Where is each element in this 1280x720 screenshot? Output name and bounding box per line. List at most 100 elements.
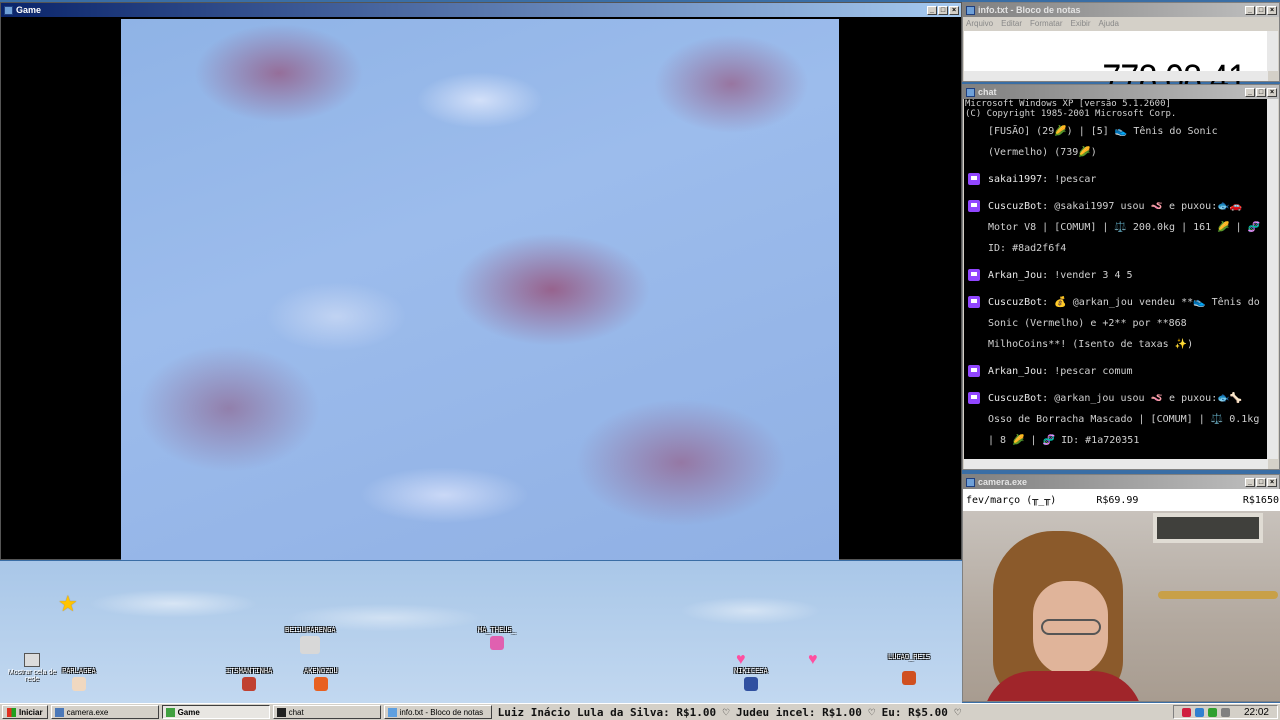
window-title: Game [16,5,42,15]
chat-username: Arkan_Jou: [988,366,1049,377]
close-button[interactable]: × [949,5,959,15]
chat-message: CuscuzBot: @sakai1997 usou 🪱 e puxou:🐟🚗 … [964,196,1268,259]
background-window [1153,513,1263,543]
goal-bar: fev/março (╥_╥) R$69.99 R$1650 [963,489,1280,511]
chat-avatar: LUCAO_REIS [888,653,930,685]
menu-editar[interactable]: Editar [1001,19,1022,28]
webcam-feed [963,511,1280,701]
avatar-name: MA_THEUS_ [478,626,516,634]
network-icon [24,653,40,667]
avatar-name: ITSMANTINHA [226,667,273,675]
chat-avatar: ITSMANTINHA [226,667,272,691]
desktop-shortcut-label: Mostrar cela de rede [7,669,57,683]
taskbar-item-label: chat [288,707,304,717]
menu-arquivo[interactable]: Arquivo [966,19,993,28]
start-label: Iniciar [19,707,43,717]
game-window: Game _ □ × [0,2,962,560]
desktop-shortcut[interactable]: Mostrar cela de rede [6,653,58,683]
chat-message: CuscuzBot: @arkan_jou usou 🪱 e puxou:🐟🦴 … [964,388,1268,451]
taskbar-item-label: camera.exe [66,707,109,717]
taskbar-item-label: info.txt - Bloco de notas [399,707,484,717]
game-app-icon [165,707,175,717]
close-button[interactable]: × [1267,477,1277,487]
menu-ajuda[interactable]: Ajuda [1099,19,1119,28]
horizontal-scrollbar[interactable] [964,459,1268,469]
avatar-sprite [242,677,257,691]
avatar-sprite [313,677,328,691]
game-video [121,19,839,560]
menu-formatar[interactable]: Formatar [1030,19,1062,28]
notepad-titlebar[interactable]: info.txt - Bloco de notas _ □ × [963,3,1279,17]
chat-message: CuscuzBot: 💰 @arkan_jou vendeu **👟 Tênis… [964,292,1268,355]
notepad-window: info.txt - Bloco de notas _ □ × Arquivo … [962,2,1280,101]
avatar-name: NIKICESA [734,667,768,675]
system-tray: 22:02 [1172,705,1278,719]
vertical-scrollbar[interactable] [1267,31,1278,71]
chat-username: CuscuzBot: [988,393,1049,404]
tray-icon[interactable] [1194,707,1204,717]
minimize-button[interactable]: _ [1245,477,1255,487]
chat-message: Arkan_Jou: !pescar comum [964,361,1268,382]
chat-avatar: NIKICESA [734,667,768,691]
taskbar-item-camera[interactable]: camera.exe [50,705,159,719]
menu-exibir[interactable]: Exibir [1070,19,1090,28]
heart-icon: ♥ [808,651,818,668]
chat-message: sakai1997: !pescar [964,169,1268,190]
game-titlebar[interactable]: Game _ □ × [1,3,961,17]
vertical-scrollbar[interactable] [1267,99,1278,459]
notepad-icon [387,707,397,717]
app-icon [4,5,13,15]
chat-avatar: AKENOZOU [304,667,338,691]
console-icon [966,87,975,97]
minimize-button[interactable]: _ [1245,87,1255,97]
star-icon: ★ [58,591,78,616]
windows-logo-icon [7,707,16,717]
chat-text: !pescar comum [1054,366,1133,377]
taskbar-item-notepad[interactable]: info.txt - Bloco de notas [383,705,492,719]
tray-icon[interactable] [1181,707,1191,717]
desktop-area: ★ Mostrar cela de rede BEIJUPARENGA MA_T… [0,561,962,703]
window-title: info.txt - Bloco de notas [978,5,1081,15]
donation-ticker: Luiz Inácio Lula da Silva: R$1.00 ♡ Jude… [497,705,962,719]
maximize-button[interactable]: □ [1256,87,1266,97]
chat-text: [FUSÃO] (29🌽) | [5] 👟 Tênis do Sonic (Ve… [988,126,1218,158]
minimize-button[interactable]: _ [1245,5,1255,15]
notepad-text-area[interactable]: 778:08:41 [964,31,1268,101]
avatar-name: BEIJUPARENGA [285,626,336,634]
chat-console: Microsoft Windows XP [versão 5.1.2600] (… [964,99,1268,459]
avatar-sprite [300,636,321,654]
taskbar-item-game[interactable]: Game [161,705,270,719]
chat-username: CuscuzBot: [988,297,1049,308]
maximize-button[interactable]: □ [1256,477,1266,487]
goal-current: R$69.99 [1096,494,1139,506]
start-button[interactable]: Iniciar [2,705,48,719]
taskbar-item-chat[interactable]: chat [272,705,381,719]
menu-bar: Arquivo Editar Formatar Exibir Ajuda [963,17,1279,29]
chat-titlebar[interactable]: chat _ □ × [963,85,1279,99]
goal-target: R$1650 [1242,494,1279,506]
console-icon [276,707,286,717]
chat-avatar: MA_THEUS_ [478,626,516,650]
tray-icon[interactable] [1207,707,1217,717]
maximize-button[interactable]: □ [1256,5,1266,15]
avatar-sprite [902,671,917,685]
minimize-button[interactable]: _ [927,5,937,15]
clock[interactable]: 22:02 [1244,707,1269,718]
console-header-line2: (C) Copyright 1985-2001 Microsoft Corp. [965,109,1177,119]
avatar-name: PARLAGEA [62,667,96,675]
avatar-sprite [489,636,504,650]
volume-icon[interactable] [1220,707,1230,717]
maximize-button[interactable]: □ [938,5,948,15]
camera-titlebar[interactable]: camera.exe _ □ × [963,475,1279,489]
avatar-name: AKENOZOU [304,667,338,675]
twitch-icon [968,365,980,377]
window-title: chat [978,87,997,97]
chat-username: Arkan_Jou: [988,270,1049,281]
close-button[interactable]: × [1267,87,1277,97]
camera-window: camera.exe _ □ × fev/março (╥_╥) R$69.99… [962,474,1280,702]
chat-text: !vender 3 4 5 [1054,270,1133,281]
avatar-sprite [71,677,86,691]
horizontal-scrollbar[interactable] [964,71,1268,81]
close-button[interactable]: × [1267,5,1277,15]
